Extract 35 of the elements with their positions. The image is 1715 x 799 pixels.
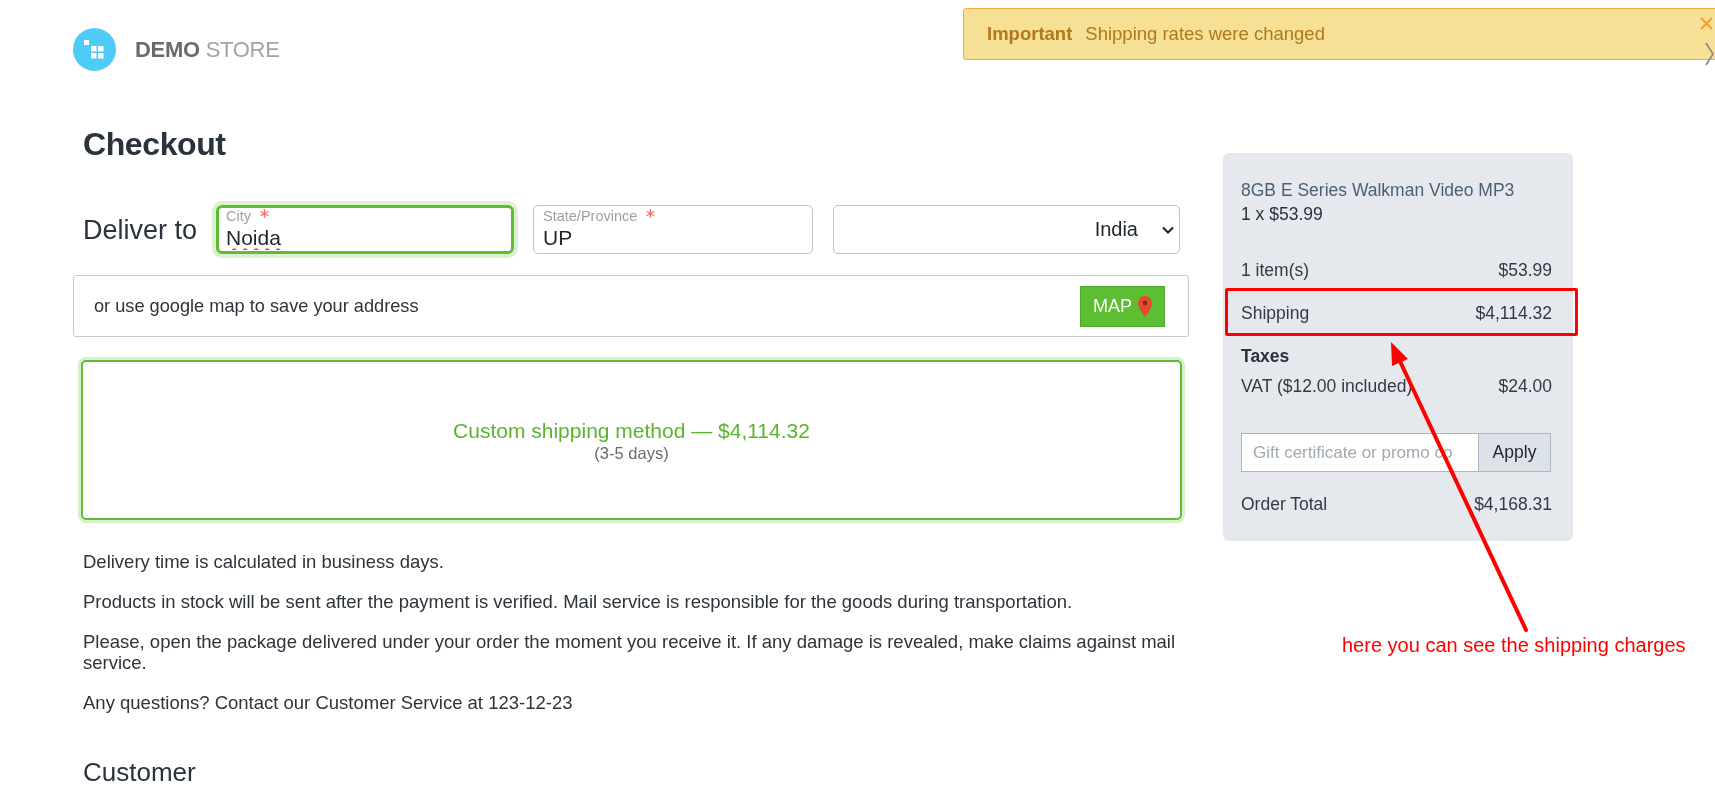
summary-label: 1 item(s) [1241, 259, 1310, 281]
summary-amount: $24.00 [1498, 375, 1552, 397]
info-paragraph: Products in stock will be sent after the payment is verified. Mail service is responsible for the goods during transportation. [83, 591, 1074, 612]
info-paragraph: Please, open the package delivered under your order the moment you receive it. If any damage is revealed, make claims against mail service. [83, 631, 1177, 673]
text-input[interactable]: Noida [226, 225, 504, 251]
logo-icon [73, 28, 116, 71]
map-pin-icon [1138, 295, 1152, 317]
notification-message: Shipping rates were changed [1085, 23, 1325, 45]
product-name[interactable]: 8GB E Series Walkman Video MP3 [1241, 179, 1552, 201]
chevron-down-icon [1162, 225, 1174, 234]
section-heading: Customer [83, 756, 197, 788]
text-input[interactable]: UP [543, 225, 803, 251]
notification-title: Important [987, 23, 1073, 45]
product-quantity-price: 1 x $53.99 [1241, 203, 1324, 225]
store-name[interactable]: DEMO STORE [135, 36, 280, 63]
field-label: City [226, 208, 251, 225]
country-select[interactable]: India [833, 205, 1180, 254]
page-title: Checkout [83, 125, 227, 164]
summary-label: VAT ($12.00 included) [1241, 375, 1413, 397]
total-amount: $4,168.31 [1474, 493, 1552, 515]
apply-button[interactable]: Apply [1478, 433, 1551, 472]
deliver-to-label: Deliver to [83, 214, 198, 245]
field-label: State/Province [543, 208, 638, 225]
summary-amount: $53.99 [1498, 259, 1552, 281]
total-label: Order Total [1241, 493, 1328, 515]
summary-amount: $4,114.32 [1475, 302, 1552, 324]
chevron-right-icon[interactable] [1705, 42, 1714, 66]
info-paragraph: Any questions? Contact our Customer Service at 123-12-23 [83, 692, 574, 713]
input-field[interactable]: State/Province UP [533, 205, 813, 254]
annotation-text: here you can see the shipping charges [1342, 634, 1686, 657]
summary-label: Shipping [1241, 302, 1310, 324]
shipping-method-option[interactable]: Custom shipping method — $4,114.32 (3-5 days) [81, 360, 1182, 520]
summary-heading: Taxes [1241, 345, 1291, 367]
info-paragraph: Delivery time is calculated in business days. [83, 551, 445, 572]
map-prompt-text: or use google map to save your address [94, 295, 419, 317]
